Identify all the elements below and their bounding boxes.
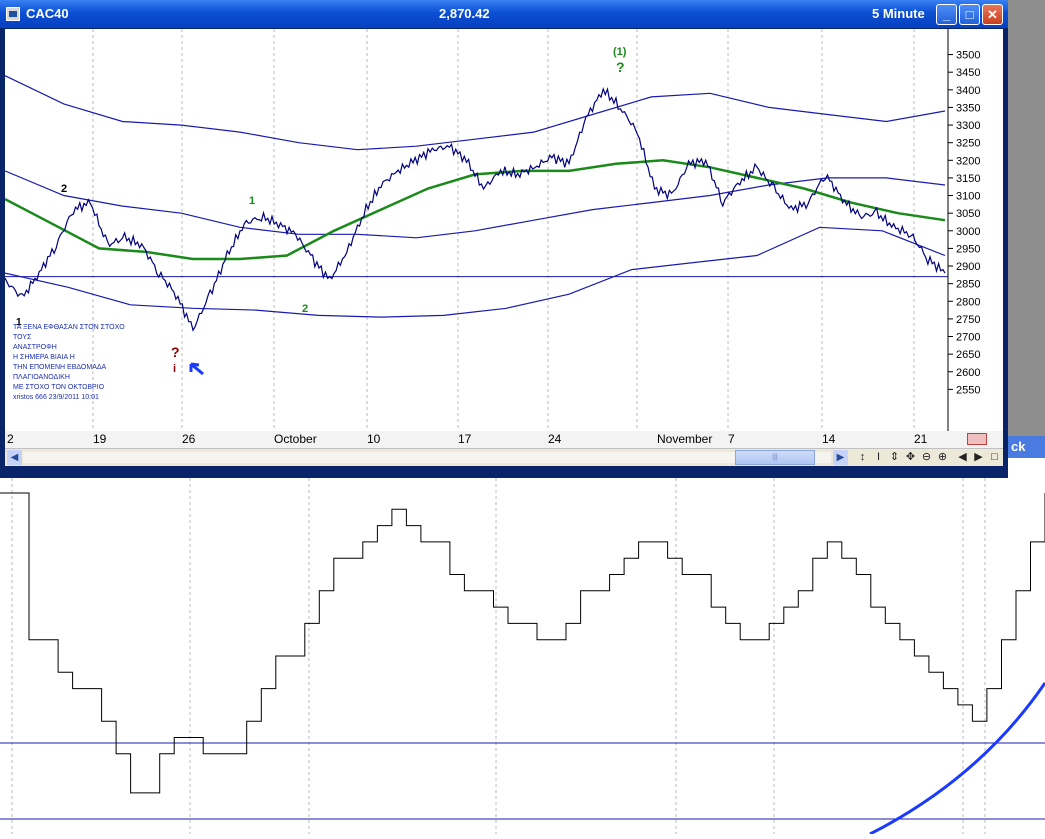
refresh-icon[interactable]: ↕ — [855, 450, 870, 465]
analysis-note-line: ΑΝΑΣΤΡΟΦΗ — [13, 344, 57, 351]
chart-window: CAC40 2,870.42 5 Minute _ □ ✕ 3500 3450 34… — [0, 0, 1008, 478]
oscillator-panel — [0, 478, 1045, 836]
analysis-note-line: ΜΕ ΣΤΟΧΟ ΤΟΝ ΟΚΤΩΒΡΙΟ — [13, 384, 105, 391]
interval-label: 5 Minute — [872, 6, 925, 21]
y-tick-label: 3350 — [956, 102, 980, 114]
y-tick-label: 3300 — [956, 120, 980, 132]
analysis-note-line: ΠΛΑΓΙΟΑΝΟΔΙΚΗ — [13, 374, 70, 381]
wave-label: 1 — [249, 195, 255, 207]
wave-label: ? — [171, 344, 180, 360]
x-tick-label: October — [274, 432, 317, 446]
x-tick-label: 14 — [822, 432, 836, 446]
y-tick-label: 3400 — [956, 85, 980, 97]
page-right-icon[interactable]: ▶ — [971, 450, 986, 465]
wave-label: 2 — [302, 303, 308, 315]
trend-curve — [869, 682, 1045, 836]
scroll-track[interactable] — [23, 452, 831, 463]
x-tick-label: 7 — [728, 432, 735, 446]
wave-label: ? — [616, 59, 625, 75]
title-bar[interactable]: CAC40 2,870.42 5 Minute _ □ ✕ — [0, 0, 1008, 28]
x-tick-label: 19 — [93, 432, 107, 446]
y-tick-label: 3150 — [956, 173, 980, 185]
y-tick-label: 2700 — [956, 332, 980, 344]
y-tick-label: 2800 — [956, 296, 980, 308]
y-tick-label: 2650 — [956, 349, 980, 361]
analysis-note-line: ΤΑ ΞΕΝΑ ΕΦΘΑΣΑΝ ΣΤΟΝ ΣΤΟΧΟ — [13, 324, 125, 331]
x-tick-label: 21 — [914, 432, 928, 446]
window-restore-icon[interactable]: □ — [987, 450, 1002, 465]
y-tick-label: 3000 — [956, 226, 980, 238]
y-tick-label: 2950 — [956, 243, 980, 255]
analysis-note-line: Η ΣΗΜΕΡΑ ΒΙΑΙΑ Η — [13, 354, 75, 361]
date-axis: 2 19 26 October 10 17 24 November 7 14 2… — [5, 431, 1003, 448]
time-scrollbar[interactable]: ◀ ||| ▶ ↕ I ⇕ ✥ ⊖ ⊕ ◀ ▶ □ — [5, 448, 1003, 466]
envelope-band-middle — [4, 170, 946, 239]
pan-icon[interactable]: ✥ — [903, 450, 918, 465]
analysis-note-line: ΤΗΝ ΕΠΟΜΕΝΗ ΕΒΔΟΜΑΔΑ — [13, 364, 107, 371]
last-price: 2,870.42 — [439, 6, 490, 21]
price-chart[interactable]: 3500 3450 3400 3350 3300 3250 3200 3150 3100 3050… — [4, 29, 1003, 431]
y-tick-label: 2550 — [956, 384, 980, 396]
x-tick-label: November — [657, 432, 713, 446]
app-icon — [6, 7, 20, 21]
alert-icon[interactable] — [967, 433, 987, 445]
scroll-left-button[interactable]: ◀ — [7, 450, 22, 465]
price-chart-svg: 3500 3450 3400 3350 3300 3250 3200 3150 3100 3050… — [4, 29, 980, 431]
x-tick-label: 2 — [7, 432, 14, 446]
x-tick-label: 17 — [458, 432, 472, 446]
y-tick-label: 3200 — [956, 155, 980, 167]
minimize-button[interactable]: _ — [936, 4, 957, 25]
vertical-zoom-icon[interactable]: ⇕ — [887, 450, 902, 465]
y-tick-label: 3450 — [956, 67, 980, 79]
cursor-icon[interactable]: I — [871, 450, 886, 465]
envelope-band-upper — [4, 75, 946, 151]
x-tick-label: 26 — [182, 432, 196, 446]
analysis-note-author: xristos 666 23/9/2011 10:01 — [13, 394, 99, 401]
y-tick-label: 2850 — [956, 279, 980, 291]
x-tick-label: 24 — [548, 432, 562, 446]
page-left-icon[interactable]: ◀ — [955, 450, 970, 465]
wave-label: i — [173, 363, 176, 375]
envelope-band-lower — [4, 226, 946, 318]
oscillator-line — [0, 492, 1045, 794]
reversal-arrow-icon — [189, 362, 204, 376]
zoom-out-icon[interactable]: ⊖ — [919, 450, 934, 465]
y-tick-label: 3050 — [956, 208, 980, 220]
oscillator-svg — [0, 478, 1045, 836]
y-tick-label: 3250 — [956, 138, 980, 150]
y-tick-label: 3100 — [956, 191, 980, 203]
analysis-note-line: ΤΟΥΣ — [13, 334, 32, 341]
close-button[interactable]: ✕ — [982, 4, 1003, 25]
zoom-in-icon[interactable]: ⊕ — [935, 450, 950, 465]
symbol-title: CAC40 — [26, 6, 69, 21]
scroll-right-button[interactable]: ▶ — [833, 450, 848, 465]
maximize-button[interactable]: □ — [959, 4, 980, 25]
scroll-thumb[interactable]: ||| — [735, 450, 815, 465]
x-tick-label: 10 — [367, 432, 381, 446]
y-tick-label: 2600 — [956, 367, 980, 379]
y-tick-label: 2900 — [956, 261, 980, 273]
wave-label: 2 — [61, 183, 67, 195]
background-window-button[interactable]: ck — [1008, 436, 1045, 458]
price-line — [4, 87, 946, 332]
y-tick-label: 2750 — [956, 314, 980, 326]
background-window-edge — [1008, 0, 1045, 436]
wave-label: (1) — [613, 46, 627, 58]
y-tick-label: 3500 — [956, 50, 980, 62]
